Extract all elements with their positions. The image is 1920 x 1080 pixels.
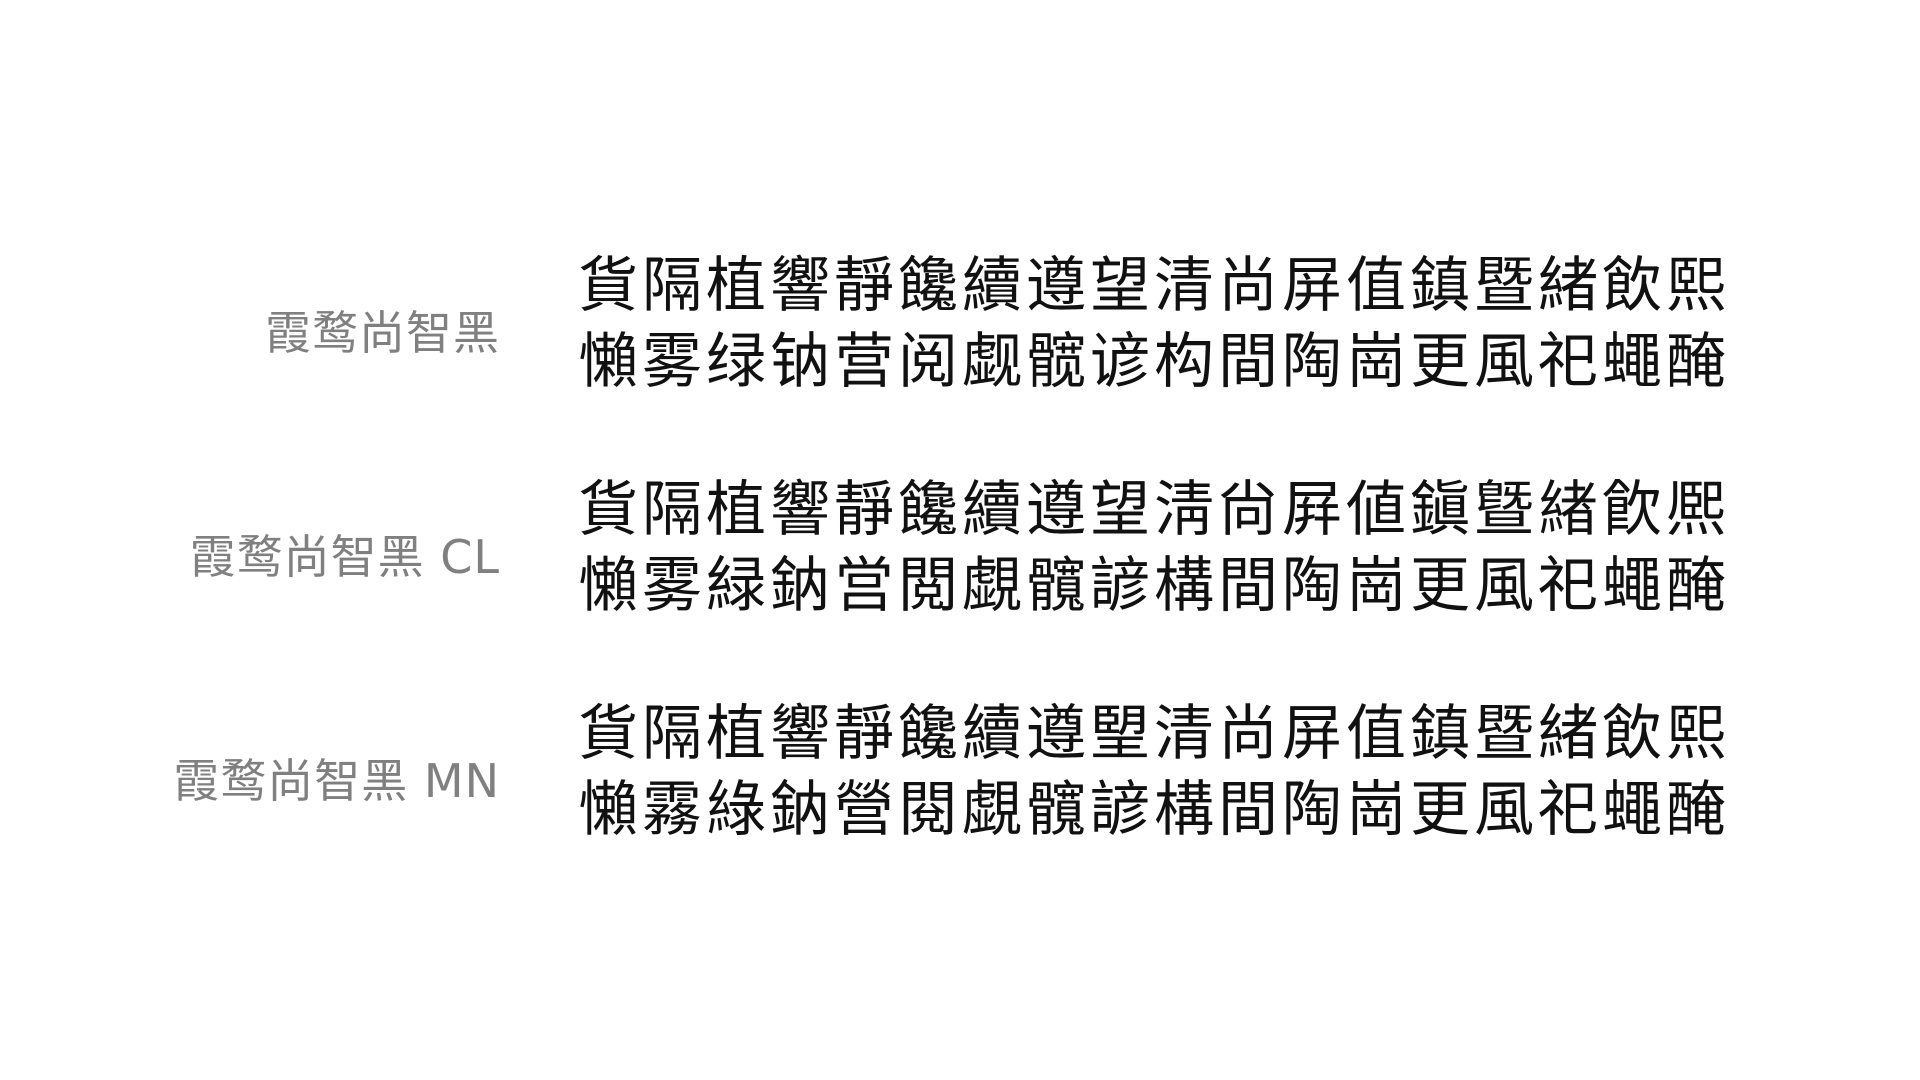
specimen-row-mn: 霞鹜尚智黑 MN 貨隔植響靜饞續遵朢清尚屏值鎮暨緒飲熙 懶霧綠鈉營閱覷髖諺構間陶… (0, 696, 1920, 866)
sample-line: 懶雾绿钠营阅觑髋谚构間陶崗更風祀蠅醃 (578, 327, 1730, 397)
font-name-label: 霞鹜尚智黑 (265, 306, 500, 360)
sample-line: 懶雾緑鈉営閲覷髖諺構間陶崗更風祀蠅醃 (578, 551, 1730, 621)
specimen-row-cl: 霞鹜尚智黑 CL 貨隔植響靜饞續遵望淸尙屛値鎭曁緖飮熈 懶雾緑鈉営閲覷髖諺構間陶… (0, 472, 1920, 642)
sample-line: 懶霧綠鈉營閱覷髖諺構間陶崗更風祀蠅醃 (578, 775, 1730, 845)
sample-text-block: 貨隔植響靜饞續遵朢清尚屏值鎮暨緒飲熙 懶霧綠鈉營閱覷髖諺構間陶崗更風祀蠅醃 (578, 696, 1758, 848)
sample-line: 貨隔植響靜饞續遵朢清尚屏值鎮暨緒飲熙 (578, 699, 1730, 769)
sample-line: 貨隔植響靜饞續遵望淸尙屛値鎭曁緖飮熈 (578, 475, 1730, 545)
sample-text-block: 貨隔植響靜饞續遵望淸尙屛値鎭曁緖飮熈 懶雾緑鈉営閲覷髖諺構間陶崗更風祀蠅醃 (578, 472, 1758, 624)
font-name-label: 霞鹜尚智黑 CL (189, 530, 500, 584)
specimen-row-default: 霞鹜尚智黑 貨隔植響靜饞續遵望清尚屏值鎮暨緒飲熙 懶雾绿钠营阅觑髋谚构間陶崗更風… (0, 248, 1920, 418)
font-name-label: 霞鹜尚智黑 MN (173, 754, 500, 808)
sample-line: 貨隔植響靜饞續遵望清尚屏值鎮暨緒飲熙 (578, 251, 1730, 321)
sample-text-block: 貨隔植響靜饞續遵望清尚屏值鎮暨緒飲熙 懶雾绿钠营阅觑髋谚构間陶崗更風祀蠅醃 (578, 248, 1758, 400)
